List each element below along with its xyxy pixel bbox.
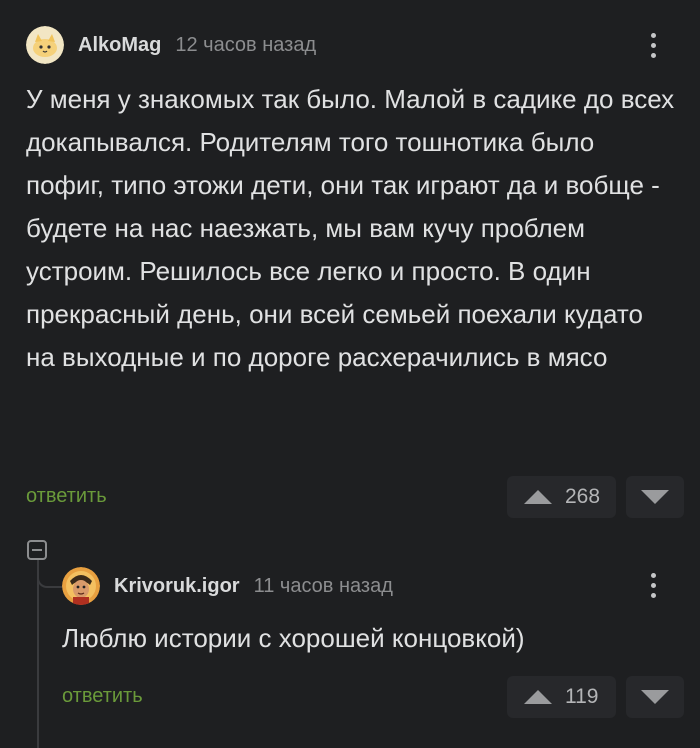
downvote-button[interactable]	[626, 476, 684, 518]
avatar[interactable]	[26, 26, 64, 64]
comment-text: Люблю истории с хорошей концовкой)	[62, 623, 525, 653]
thread-connector	[37, 560, 63, 588]
comment-header: AlkoMag 12 часов назад	[26, 26, 316, 64]
avatar[interactable]	[62, 567, 100, 605]
author-name[interactable]: AlkoMag	[78, 34, 161, 57]
upvote-button[interactable]: 119	[507, 676, 616, 718]
comment-time: 12 часов назад	[175, 33, 317, 56]
vote-count: 268	[565, 485, 601, 508]
more-options-icon[interactable]	[646, 573, 660, 598]
character-avatar-icon	[62, 567, 100, 605]
cat-avatar-icon	[26, 26, 64, 64]
thread-line	[37, 558, 39, 748]
vote-count: 119	[565, 685, 599, 708]
comment-time: 11 часов назад	[253, 574, 393, 597]
upvote-arrow-icon	[524, 490, 552, 504]
downvote-button[interactable]	[626, 676, 684, 718]
downvote-arrow-icon	[641, 690, 669, 704]
comment-header: Krivoruk.igor 11 часов назад	[62, 567, 393, 605]
upvote-button[interactable]: 268	[507, 476, 616, 518]
reply-button[interactable]: ответить	[62, 685, 143, 708]
reply-button[interactable]: ответить	[26, 485, 107, 508]
comment-text: У меня у знакомых так было. Малой в сади…	[26, 84, 675, 372]
author-name[interactable]: Krivoruk.igor	[114, 575, 240, 598]
downvote-arrow-icon	[641, 490, 669, 504]
upvote-arrow-icon	[524, 690, 552, 704]
more-options-icon[interactable]	[646, 33, 660, 58]
collapse-thread-icon[interactable]	[27, 540, 47, 560]
